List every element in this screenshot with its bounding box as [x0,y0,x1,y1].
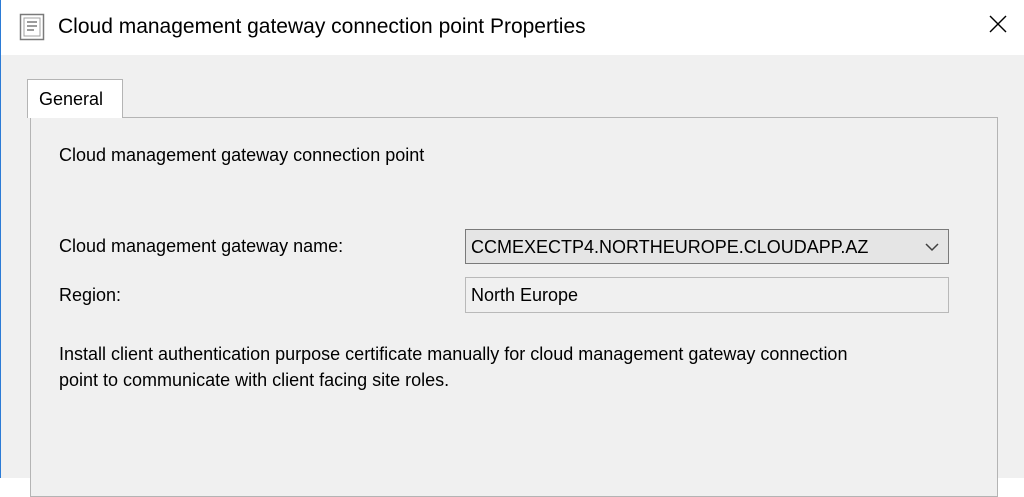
properties-sheet-icon [19,13,45,41]
close-button[interactable] [975,4,1021,48]
properties-dialog: Cloud management gateway connection poin… [0,0,1024,497]
certificate-note-line1: Install client authentication purpose ce… [59,344,848,364]
chevron-down-icon[interactable] [924,239,940,255]
tab-general[interactable]: General [27,79,123,118]
gateway-name-dropdown[interactable]: CCMEXECTP4.NORTHEUROPE.CLOUDAPP.AZ [465,229,949,264]
region-value: North Europe [471,285,579,305]
title-bar[interactable]: Cloud management gateway connection poin… [1,0,1024,55]
window-title: Cloud management gateway connection poin… [58,15,586,38]
tab-general-label: General [39,89,104,109]
gateway-name-label: Cloud management gateway name: [59,236,344,256]
gateway-name-value: CCMEXECTP4.NORTHEUROPE.CLOUDAPP.AZ [471,237,869,257]
region-label: Region: [59,285,122,305]
certificate-note-line2: point to communicate with client facing … [59,370,450,390]
region-field[interactable]: North Europe [465,277,949,313]
close-icon [989,15,1007,38]
section-heading: Cloud management gateway connection poin… [59,145,425,165]
